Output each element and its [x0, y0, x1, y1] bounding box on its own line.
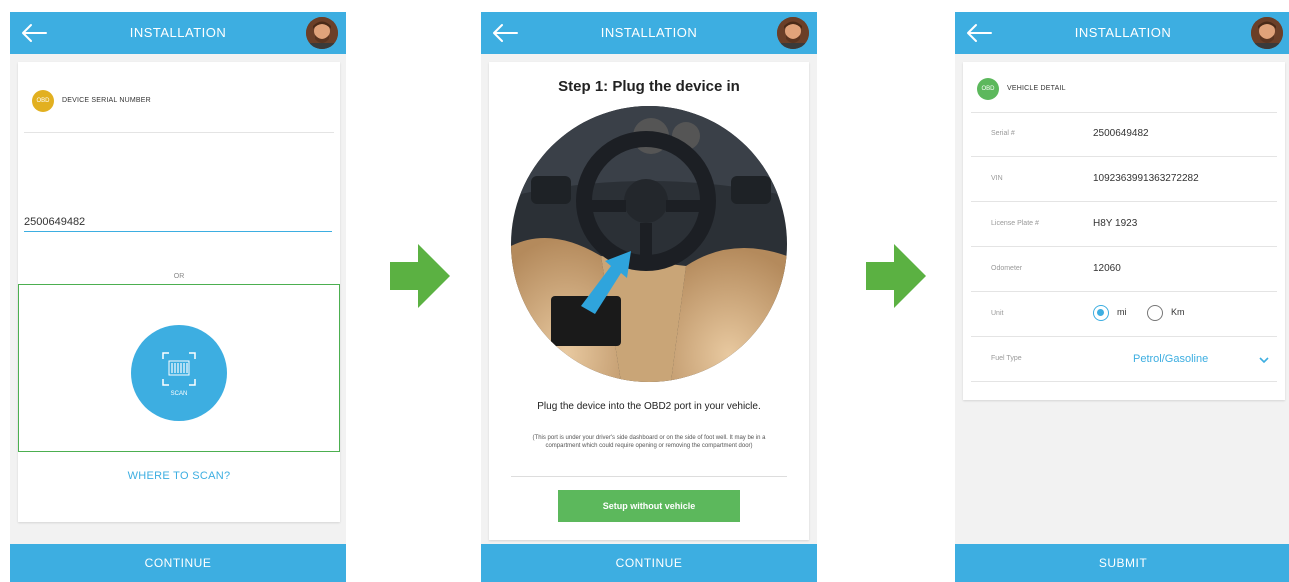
- phone-screen-vehicle-detail: INSTALLATION OBD VEHICLE DETAIL Serial #…: [955, 12, 1289, 582]
- instruction-title: Plug the device into the OBD2 port in yo…: [537, 401, 761, 412]
- avatar[interactable]: [1251, 17, 1283, 49]
- detail-row-unit: Unit mi Km: [971, 293, 1277, 337]
- obd-badge: OBD: [977, 78, 999, 100]
- unit-radio-mi[interactable]: [1093, 305, 1109, 321]
- avatar-face-icon: [306, 17, 338, 49]
- scan-button[interactable]: SCAN: [131, 325, 227, 421]
- phone-screen-plug-device: INSTALLATION Step 1: Plug the device in: [481, 12, 817, 582]
- unit-label-mi: mi: [1117, 307, 1127, 317]
- continue-button[interactable]: CONTINUE: [481, 544, 817, 582]
- divider: [24, 132, 334, 133]
- detail-row-serial: Serial # 2500649482: [971, 113, 1277, 157]
- barcode-icon: [162, 352, 196, 386]
- submit-button[interactable]: SUBMIT: [955, 544, 1289, 582]
- row-label: Serial #: [991, 130, 1015, 137]
- continue-button[interactable]: CONTINUE: [10, 544, 346, 582]
- car-interior-image: [511, 106, 787, 382]
- section-title: DEVICE SERIAL NUMBER: [62, 97, 151, 104]
- unit-label-km: Km: [1171, 307, 1185, 317]
- page-title: INSTALLATION: [129, 25, 227, 40]
- row-label: License Plate #: [991, 220, 1039, 227]
- obd-badge: OBD: [32, 90, 54, 112]
- header-bar: INSTALLATION: [955, 12, 1289, 54]
- vehicle-detail-card: OBD VEHICLE DETAIL Serial # 2500649482 V…: [963, 62, 1285, 400]
- section-title: VEHICLE DETAIL: [1007, 85, 1066, 92]
- serial-card: OBD DEVICE SERIAL NUMBER OR SCAN WHERE T…: [18, 62, 340, 522]
- avatar-face-icon: [1251, 17, 1283, 49]
- scan-area: SCAN: [18, 284, 340, 452]
- avatar[interactable]: [306, 17, 338, 49]
- scan-label: SCAN: [170, 391, 188, 397]
- row-value: 12060: [1093, 263, 1121, 274]
- divider: [511, 476, 787, 477]
- avatar[interactable]: [777, 17, 809, 49]
- fuel-type-value: Petrol/Gasoline: [1133, 353, 1209, 365]
- page-title: INSTALLATION: [1074, 25, 1172, 40]
- avatar-face-icon: [777, 17, 809, 49]
- instruction-detail: (This port is under your driver's side d…: [532, 435, 766, 449]
- phone-screen-serial: INSTALLATION OBD DEVICE SERIAL NUMBER OR: [10, 12, 346, 582]
- where-to-scan-link[interactable]: WHERE TO SCAN?: [18, 470, 340, 482]
- row-value: H8Y 1923: [1093, 218, 1138, 229]
- row-label: Fuel Type: [991, 355, 1022, 362]
- chevron-down-icon: [1259, 357, 1269, 364]
- page-title: INSTALLATION: [600, 25, 698, 40]
- arrow-right-icon: [866, 244, 926, 308]
- detail-row-vin: VIN 1092363991363272282: [971, 158, 1277, 202]
- unit-radio-km[interactable]: [1147, 305, 1163, 321]
- detail-row-odometer: Odometer 12060: [971, 248, 1277, 292]
- row-value: 1092363991363272282: [1093, 173, 1199, 184]
- setup-without-vehicle-button[interactable]: Setup without vehicle: [558, 490, 740, 522]
- car-interior-illustration: [511, 106, 787, 382]
- plug-device-card: Step 1: Plug the device in Plug the devi…: [489, 62, 809, 540]
- row-label: Unit: [991, 310, 1004, 317]
- serial-number-input[interactable]: [24, 212, 332, 232]
- header-bar: INSTALLATION: [10, 12, 346, 54]
- row-label: VIN: [991, 175, 1003, 182]
- arrow-right-icon: [390, 244, 450, 308]
- header-bar: INSTALLATION: [481, 12, 817, 54]
- or-separator: OR: [173, 273, 185, 280]
- row-value: 2500649482: [1093, 128, 1149, 139]
- detail-row-fuel-type: Fuel Type Petrol/Gasoline: [971, 338, 1277, 382]
- fuel-type-select[interactable]: Petrol/Gasoline: [1121, 350, 1271, 370]
- step-title: Step 1: Plug the device in: [558, 78, 740, 95]
- row-label: Odometer: [991, 265, 1023, 272]
- detail-row-license-plate: License Plate # H8Y 1923: [971, 203, 1277, 247]
